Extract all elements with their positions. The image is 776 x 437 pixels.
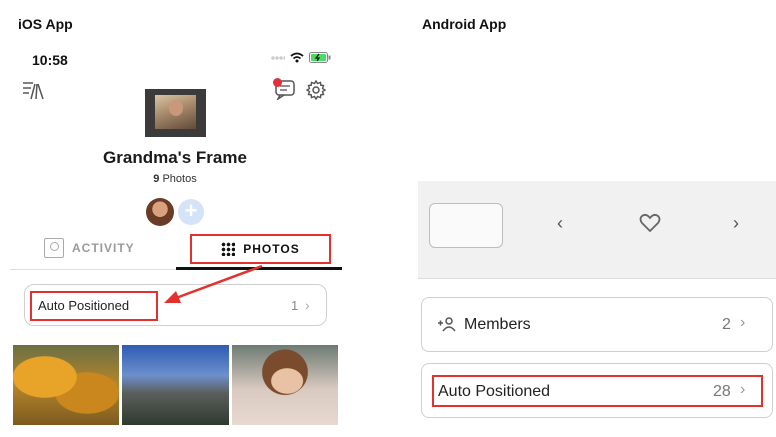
android-auto-positioned-count: 28 <box>713 383 731 400</box>
status-icons <box>271 52 331 63</box>
ios-auto-positioned-label: Auto Positioned <box>38 298 130 313</box>
tab-activity[interactable]: ACTIVITY <box>44 238 135 258</box>
frame-photo-face <box>169 100 183 116</box>
ios-auto-positioned-count: 1 <box>291 298 299 313</box>
android-auto-positioned-label: Auto Positioned <box>438 383 551 400</box>
signal-icon <box>271 55 285 60</box>
tab-activity-label: ACTIVITY <box>72 241 135 255</box>
active-tab-indicator <box>176 267 342 270</box>
ios-app-heading: iOS App <box>18 16 73 32</box>
photo-count: 9 Photos <box>0 173 350 185</box>
photos-grid-icon <box>221 242 236 256</box>
settings-gear-icon[interactable] <box>306 80 326 100</box>
status-time: 10:58 <box>32 52 68 68</box>
frame-title: Grandma's Frame <box>103 148 247 167</box>
chevron-right-icon[interactable]: › <box>733 213 739 234</box>
notification-badge <box>273 78 282 87</box>
frame-thumbnail[interactable] <box>145 89 206 137</box>
photo-thumbnail-mountain[interactable] <box>122 345 229 425</box>
chevron-right-icon: › <box>740 314 746 331</box>
photo-count-label: Photos <box>162 173 197 185</box>
add-person-icon <box>438 317 456 332</box>
battery-icon <box>309 52 331 63</box>
chevron-right-icon: › <box>305 297 310 313</box>
photo-count-number: 9 <box>153 173 160 185</box>
photo-thumbnail-autumn-trees[interactable] <box>13 345 119 425</box>
heart-icon[interactable] <box>639 213 661 233</box>
android-members-label: Members <box>464 316 531 333</box>
android-app-heading: Android App <box>422 16 507 32</box>
tab-photos[interactable]: PHOTOS <box>190 234 331 264</box>
activity-icon <box>44 238 64 258</box>
wifi-icon <box>290 52 304 63</box>
chevron-right-icon: › <box>740 381 746 398</box>
photo-thumbnail-girl[interactable] <box>232 345 338 425</box>
android-frame-thumbnail[interactable] <box>429 203 503 248</box>
chevron-left-icon[interactable]: ‹ <box>557 213 563 234</box>
member-avatar[interactable] <box>146 198 174 226</box>
android-members-count: 2 <box>722 316 731 333</box>
add-member-button[interactable]: + <box>178 199 204 225</box>
library-menu-icon[interactable] <box>22 80 44 100</box>
tab-photos-label: PHOTOS <box>243 242 300 256</box>
